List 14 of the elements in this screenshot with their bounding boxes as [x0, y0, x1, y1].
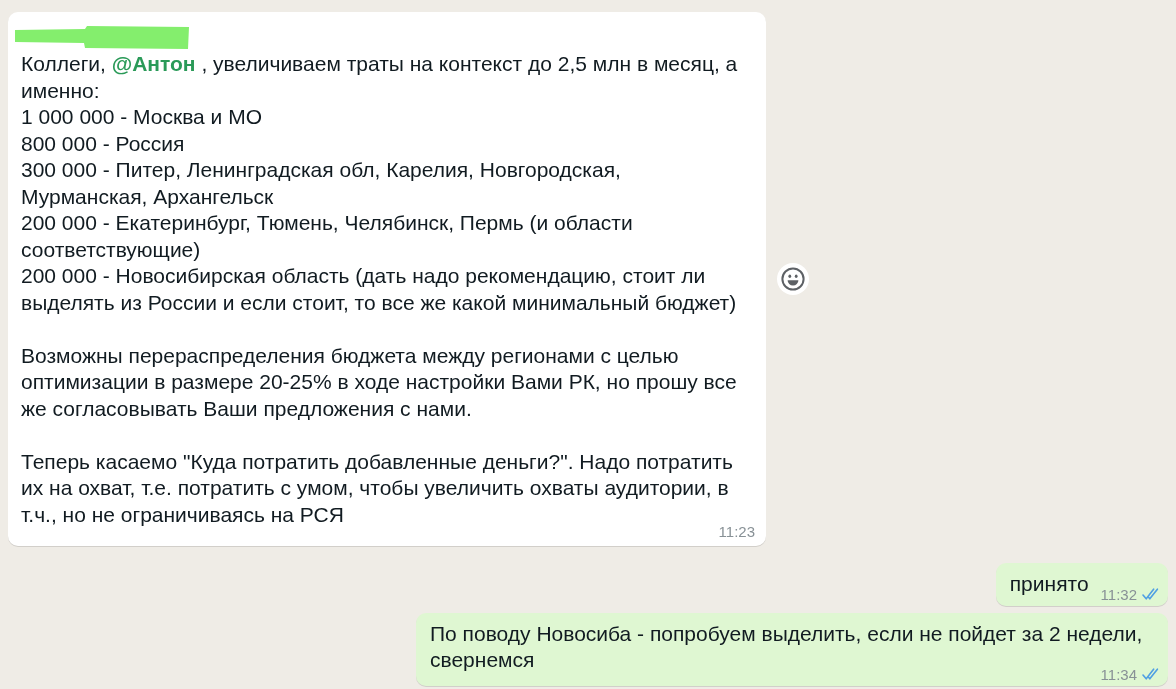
- message-text: Возможны перераспределения бюджета между регионами с целью оптимизации в размере 20-25% в ходе настройки Вами РК, но прошу все же согласовывать Ваши предложения с нами.: [21, 342, 738, 422]
- message-time: 11:23: [718, 525, 755, 538]
- message-text: 800 000 - Россия: [21, 130, 186, 157]
- message-text: принято: [1009, 571, 1089, 597]
- message-text: 300 000 - Питер, Ленинградская обл, Карелия, Новгородская, Мурманская, Архангельск: [21, 157, 622, 210]
- emoji-reaction-button[interactable]: [777, 263, 809, 295]
- message-time: 11:32: [1100, 587, 1137, 601]
- message-text: Коллеги, @Антон , увеличиваем траты на контекст до 2,5 млн в месяц, а именно:: [21, 51, 739, 104]
- message-text: 200 000 - Новосибирская область (дать надо рекомендацию, стоит ли выделять из России и если стоит, то все же какой минимальный бюджет): [21, 263, 738, 316]
- message-text: 1 000 000 - Москва и МО: [21, 104, 263, 130]
- message-text: 200 000 - Екатеринбург, Тюмень, Челябинск, Пермь (и области соответствующие): [21, 210, 634, 263]
- smiley-icon: [781, 267, 805, 291]
- message-text: Теперь касаемо "Куда потратить добавленные деньги?". Надо потратить их на охват, т.е. потратить с умом, чтобы увеличить охваты аудитории, в т.ч., но не ограничиваясь на РСЯ: [21, 448, 734, 527]
- mention-link[interactable]: @Антон: [111, 52, 196, 75]
